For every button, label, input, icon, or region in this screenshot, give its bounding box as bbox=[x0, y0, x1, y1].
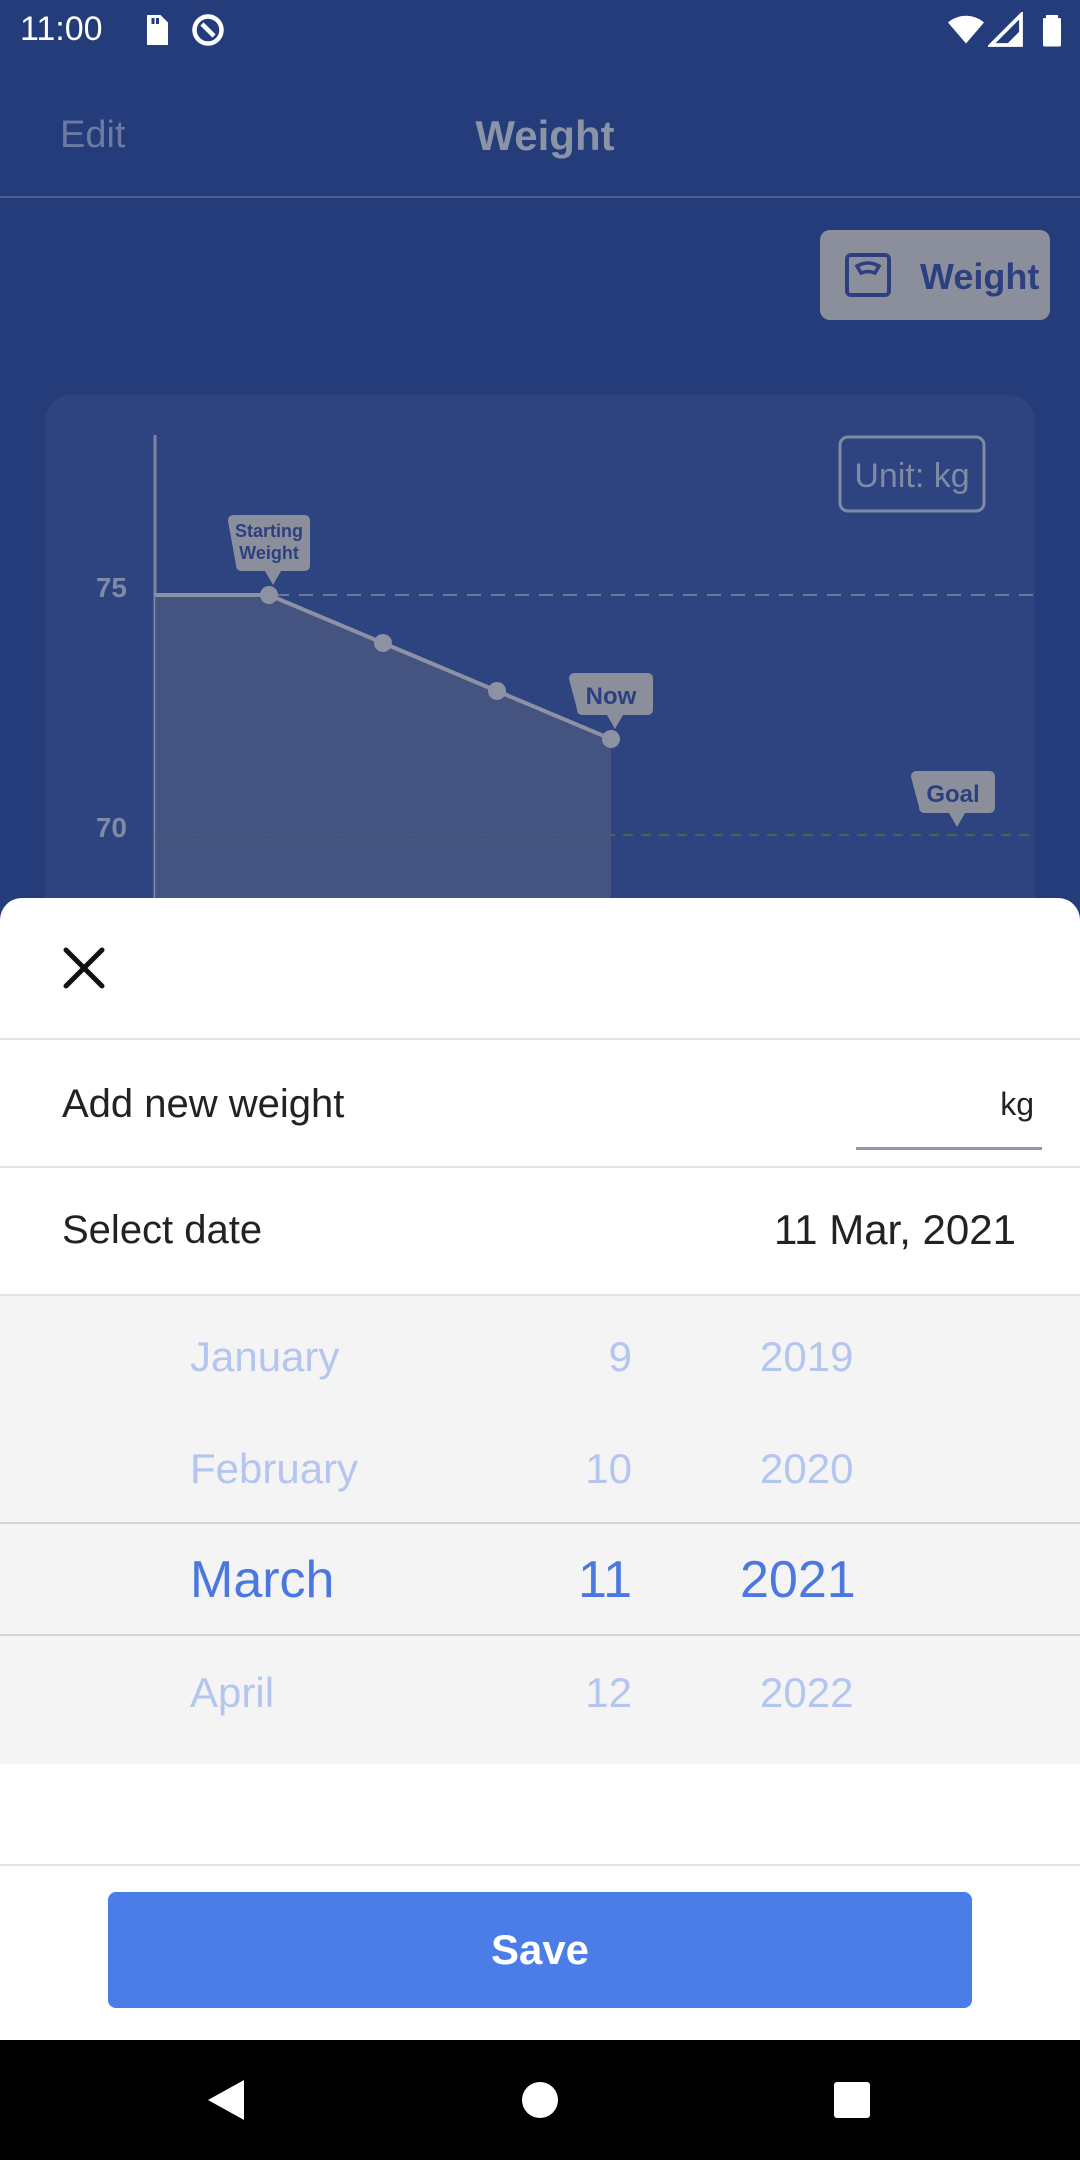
cell-signal-icon bbox=[988, 12, 1023, 47]
picker-day-item[interactable]: 12 bbox=[492, 1669, 632, 1717]
select-date-label: Select date bbox=[62, 1208, 263, 1252]
date-picker-wheel[interactable]: JanuaryFebruaryMarchAprilMay910111213201… bbox=[0, 1296, 1080, 1764]
status-time: 11:00 bbox=[20, 10, 103, 48]
selected-date-value[interactable]: 11 Mar, 2021 bbox=[774, 1206, 1016, 1254]
add-weight-label: Add new weight bbox=[62, 1082, 345, 1126]
battery-icon bbox=[1043, 15, 1061, 47]
scale-icon bbox=[845, 253, 891, 297]
picker-day-item[interactable]: 9 bbox=[492, 1333, 632, 1381]
starting-weight-callout-text: Starting bbox=[235, 521, 303, 541]
close-icon[interactable] bbox=[56, 940, 116, 1000]
divider bbox=[0, 1038, 1080, 1040]
recents-icon[interactable] bbox=[822, 2070, 882, 2130]
unit-label: Unit: kg bbox=[854, 457, 969, 495]
y-tick-label: 70 bbox=[96, 812, 127, 843]
data-point bbox=[602, 730, 620, 748]
divider bbox=[0, 1166, 1080, 1168]
weight-chip-label: Weight bbox=[920, 256, 1040, 297]
weight-scale-button[interactable]: Weight bbox=[820, 230, 1050, 320]
goal-callout-text: Goal bbox=[926, 781, 979, 808]
divider bbox=[0, 1864, 1080, 1866]
picker-month-item[interactable]: April bbox=[190, 1669, 274, 1717]
data-point bbox=[260, 586, 278, 604]
back-icon[interactable] bbox=[196, 2070, 256, 2130]
starting-weight-callout-text: Weight bbox=[239, 543, 299, 563]
data-point bbox=[374, 634, 392, 652]
picker-month-item[interactable]: January bbox=[190, 1333, 339, 1381]
unit-badge: Unit: kg bbox=[838, 435, 986, 513]
picker-year-item[interactable]: 2021 bbox=[740, 1550, 856, 1610]
sync-icon bbox=[192, 14, 224, 46]
add-weight-sheet: Add new weight kg Select date 11 Mar, 20… bbox=[0, 898, 1080, 2040]
home-icon[interactable] bbox=[510, 2070, 570, 2130]
weight-unit-label: kg bbox=[1000, 1086, 1034, 1122]
picker-year-item[interactable]: 2020 bbox=[760, 1445, 853, 1493]
now-callout-text: Now bbox=[586, 683, 637, 710]
picker-year-item[interactable]: 2022 bbox=[760, 1669, 853, 1717]
picker-year-item[interactable]: 2019 bbox=[760, 1333, 853, 1381]
wifi-icon bbox=[948, 15, 984, 44]
picker-month-item[interactable]: March bbox=[190, 1550, 334, 1610]
page-title: Weight bbox=[475, 112, 615, 159]
data-point bbox=[488, 682, 506, 700]
save-button[interactable]: Save bbox=[108, 1892, 972, 2008]
status-bar: 11:00 bbox=[0, 0, 1080, 62]
sd-card-icon bbox=[147, 15, 168, 45]
picker-month-item[interactable]: February bbox=[190, 1445, 358, 1493]
picker-day-item[interactable]: 10 bbox=[492, 1445, 632, 1493]
y-tick-label: 75 bbox=[96, 572, 127, 603]
system-nav-bar bbox=[0, 2040, 1080, 2160]
picker-day-item[interactable]: 11 bbox=[492, 1550, 632, 1610]
top-app-bar: Edit Weight bbox=[0, 62, 1080, 198]
